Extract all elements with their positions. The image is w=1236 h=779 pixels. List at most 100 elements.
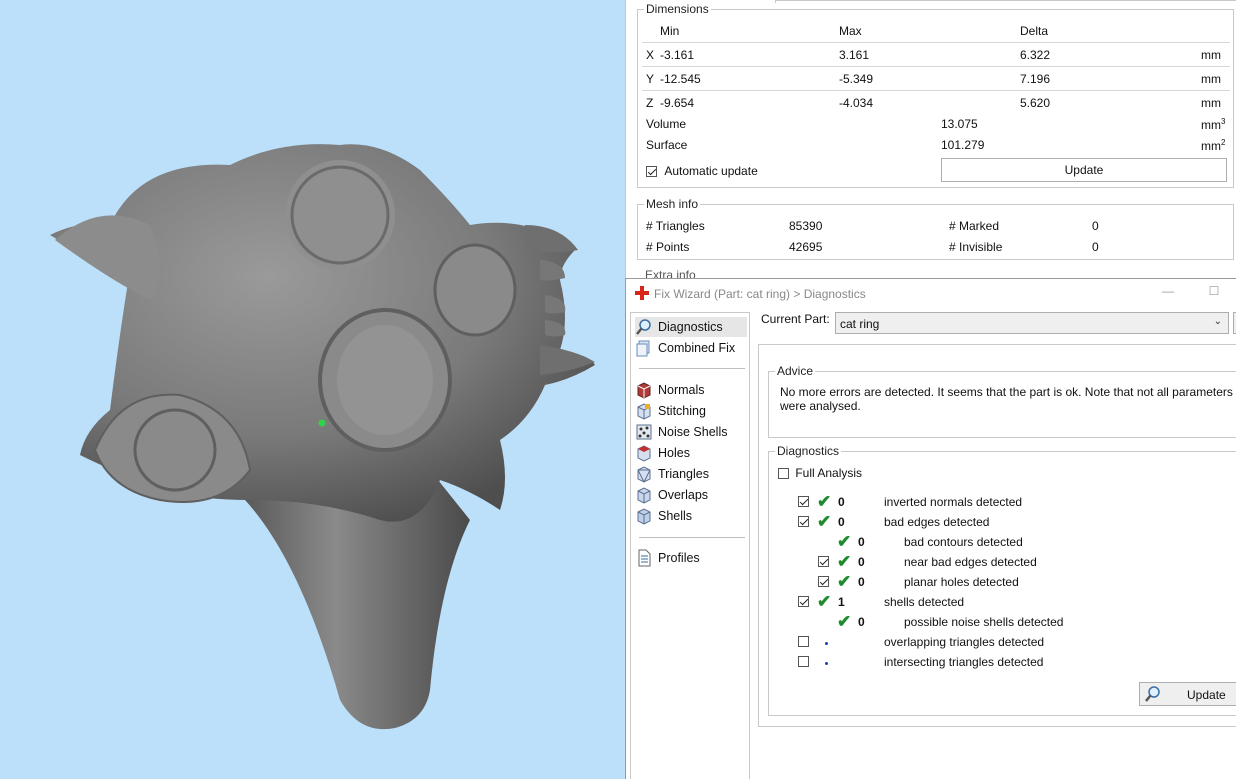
properties-panel: Dimensions Min Max Delta X -3.161 3.161 … [625,0,1236,285]
surface-value: 101.279 [941,138,985,152]
not-run-dot-icon [825,662,828,665]
noise-shells-icon [636,424,652,440]
checkbox-icon[interactable] [798,636,809,647]
mesh-info-group: Mesh info [637,197,1234,260]
checkbox-icon[interactable] [798,496,809,507]
advice-text-line1: No more errors are detected. It seems th… [780,385,1233,399]
points-label: # Points [646,240,690,254]
header-min: Min [660,24,680,38]
volume-value: 13.075 [941,117,978,131]
diag-row-shells: ✔ 1 shells detected [798,593,1218,611]
not-run-dot-icon [825,642,828,645]
diag-count: 0 [858,555,865,569]
diag-label: inverted normals detected [884,495,1023,509]
row-z-max: -4.034 [839,96,874,110]
marker-point [318,419,326,427]
invisible-value: 0 [1092,240,1099,254]
full-analysis-label: Full Analysis [795,466,863,480]
current-part-value: cat ring [840,317,880,331]
diag-count: 0 [838,515,845,529]
row-x-max: 3.161 [839,48,870,62]
triangles-label: # Triangles [646,219,705,233]
nav-item-shells[interactable]: Shells [635,506,747,526]
diag-label: shells detected [884,595,965,609]
marked-label: # Marked [949,219,1000,233]
diag-label: near bad edges detected [904,555,1037,569]
diag-row-overlapping-triangles: overlapping triangles detected [798,633,1218,651]
maximize-button[interactable]: ☐ [1199,284,1229,304]
holes-cube-icon [637,445,651,462]
checkbox-icon[interactable] [798,596,809,607]
overlaps-cube-icon [637,487,651,504]
nav-item-stitching[interactable]: Stitching [635,401,747,421]
dimensions-update-button[interactable]: Update [941,158,1227,182]
diag-label: planar holes detected [904,575,1019,589]
checkbox-icon[interactable] [646,166,657,178]
row-z-axis: Z [646,96,654,110]
row-y-max: -5.349 [839,72,874,86]
nav-item-combined-fix[interactable]: Combined Fix [635,338,747,358]
normals-cube-icon [637,382,651,399]
nav-label-noise-shells: Noise Shells [658,425,728,439]
ok-check-icon: ✔ [817,592,832,611]
row-y-axis: Y [646,72,655,86]
ok-check-icon: ✔ [817,512,832,531]
points-value: 42695 [789,240,823,254]
diag-row-bad-contours: ✔ 0 bad contours detected [798,533,1218,551]
checkbox-icon[interactable] [798,656,809,667]
row-x-unit: mm [1201,48,1221,62]
header-delta: Delta [1020,24,1049,38]
diag-row-noise-shells: ✔ 0 possible noise shells detected [798,613,1218,631]
checkbox-icon[interactable] [778,468,789,480]
fix-wizard-window: Fix Wizard (Part: cat ring) > Diagnostic… [625,278,1236,779]
diagnostics-legend: Diagnostics [777,444,840,458]
advice-legend: Advice [777,364,814,378]
nav-item-triangles[interactable]: Triangles [635,464,747,484]
nav-item-holes[interactable]: Holes [635,443,747,463]
nav-label-triangles: Triangles [658,467,709,481]
surface-label: Surface [646,138,688,152]
nav-label-normals: Normals [658,383,705,397]
diag-count: 0 [858,615,865,629]
shells-cube-icon [637,508,651,525]
wizard-titlebar[interactable]: Fix Wizard (Part: cat ring) > Diagnostic… [626,279,1236,309]
diag-label: possible noise shells detected [904,615,1064,629]
header-max: Max [839,24,862,38]
volume-label: Volume [646,117,687,131]
row-z-delta: 5.620 [1020,96,1051,110]
checkbox-icon[interactable] [818,556,829,567]
diag-count: 0 [858,575,865,589]
nav-item-diagnostics[interactable]: Diagnostics [635,317,747,337]
row-x-delta: 6.322 [1020,48,1051,62]
3d-viewport[interactable] [0,0,625,779]
checkbox-icon[interactable] [798,516,809,527]
diag-label: intersecting triangles detected [884,655,1044,669]
nav-item-profiles[interactable]: Profiles [635,548,747,568]
minimize-button[interactable]: — [1153,284,1183,304]
nav-label-diagnostics: Diagnostics [658,320,723,334]
diag-row-inverted-normals: ✔ 0 inverted normals detected [798,493,1218,511]
nav-item-overlaps[interactable]: Overlaps [635,485,747,505]
diagnostics-update-button[interactable]: Update [1139,682,1236,706]
full-analysis-checkbox[interactable]: Full Analysis [778,466,862,480]
advice-text-line2: were analysed. [780,399,861,413]
volume-unit: mm3 [1201,117,1226,132]
row-x-min: -3.161 [660,48,695,62]
stitching-cube-icon [637,403,651,420]
checkbox-icon[interactable] [818,576,829,587]
nav-item-noise-shells[interactable]: Noise Shells [635,422,747,442]
diag-row-planar-holes: ✔ 0 planar holes detected [798,573,1218,591]
profiles-document-icon [638,549,651,567]
nav-label-overlaps: Overlaps [658,488,709,502]
surface-unit: mm2 [1201,138,1226,153]
model-cat-ring[interactable] [0,0,625,779]
nav-item-normals[interactable]: Normals [635,380,747,400]
marked-value: 0 [1092,219,1099,233]
diag-row-bad-edges: ✔ 0 bad edges detected [798,513,1218,531]
combined-fix-icon [636,340,650,357]
invisible-label: # Invisible [949,240,1003,254]
nav-label-profiles: Profiles [658,551,700,565]
current-part-select[interactable]: cat ring ⌄ [835,312,1229,334]
automatic-update-checkbox[interactable]: Automatic update [646,164,758,178]
nav-label-holes: Holes [658,446,690,460]
